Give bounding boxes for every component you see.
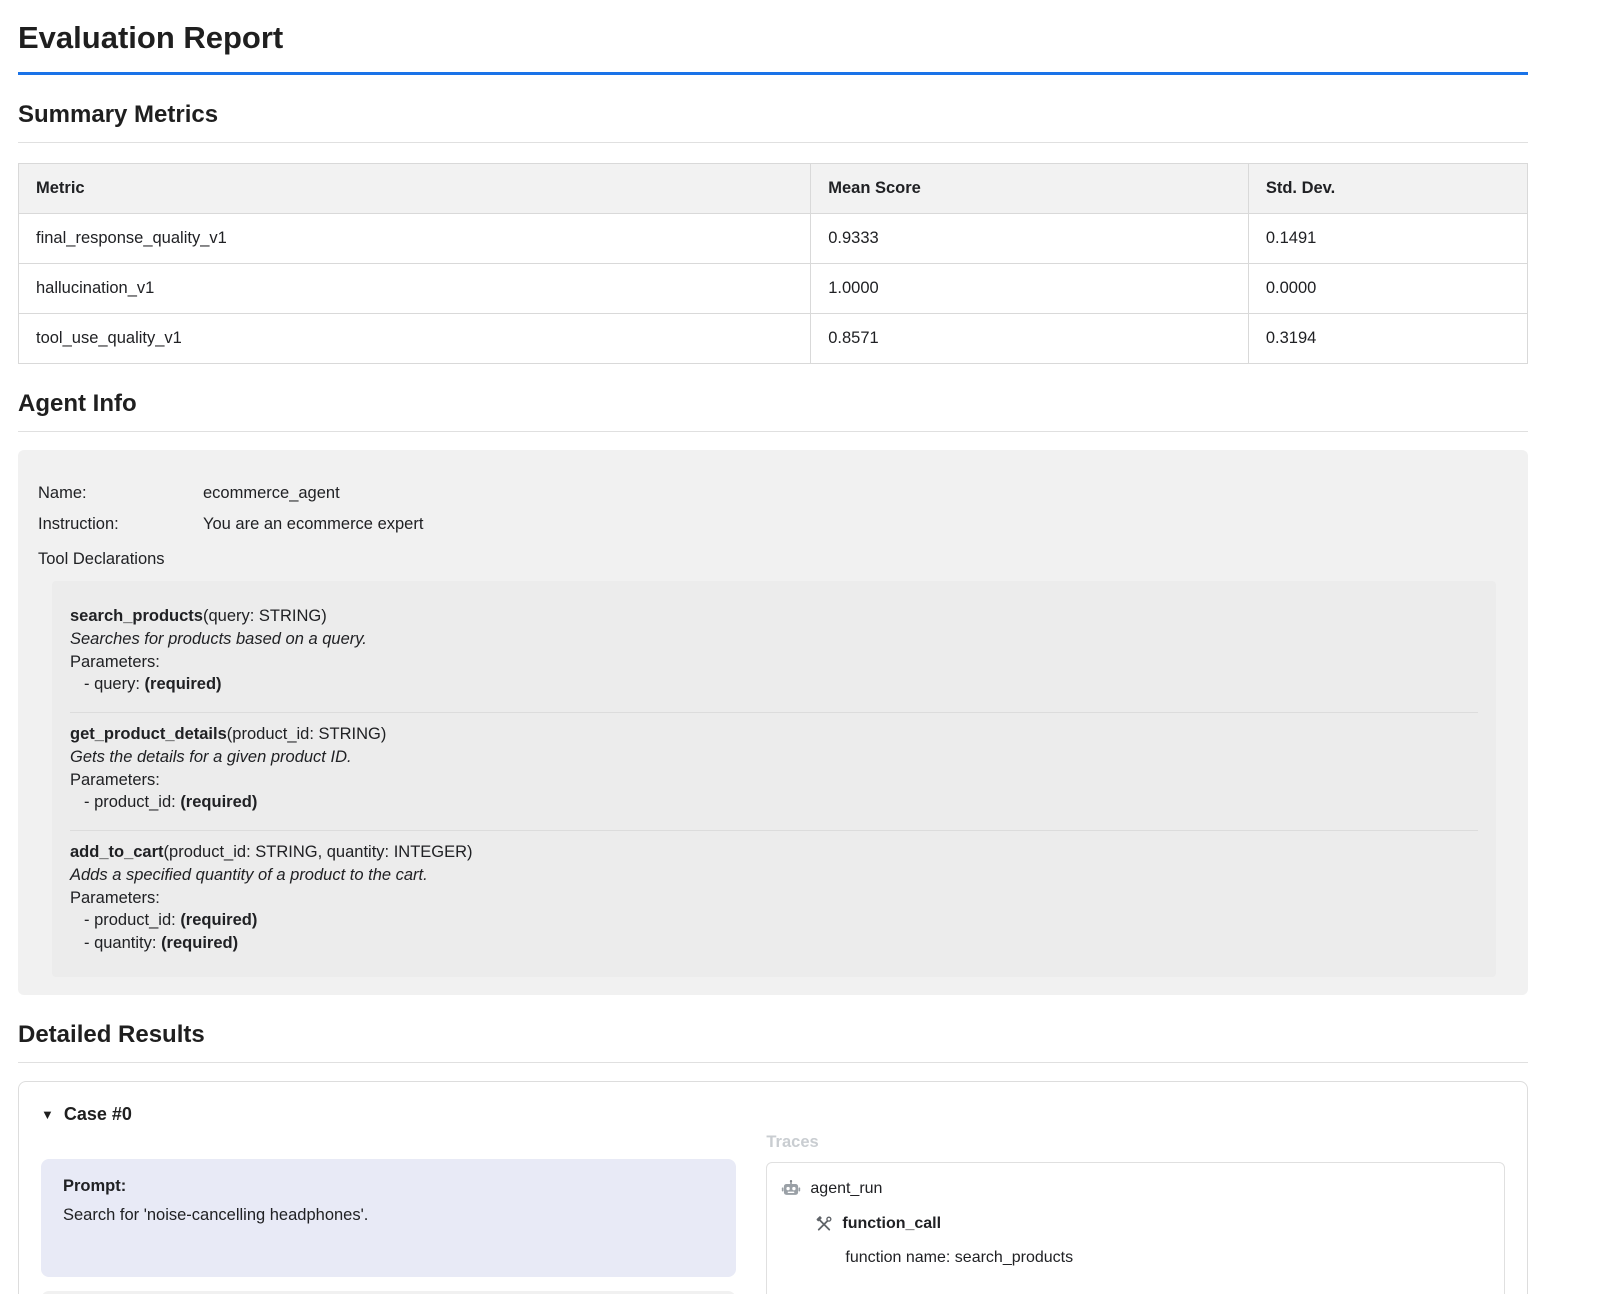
- tool-declaration-get-product-details: get_product_details(product_id: STRING) …: [70, 713, 1478, 831]
- std-dev-cell: 0.3194: [1248, 314, 1527, 364]
- summary-metrics-heading: Summary Metrics: [18, 101, 1528, 143]
- prompt-label: Prompt:: [63, 1177, 714, 1196]
- tool-signature-line: search_products(query: STRING): [70, 605, 1478, 628]
- tool-description: Searches for products based on a query.: [70, 628, 1478, 651]
- parameters-label: Parameters:: [70, 887, 1478, 910]
- metric-name-cell: tool_use_quality_v1: [19, 314, 811, 364]
- mean-score-cell: 1.0000: [811, 264, 1249, 314]
- tool-parameter: - product_id: (required): [70, 909, 1478, 932]
- agent-instruction-row: Instruction:You are an ecommerce expert: [38, 515, 1508, 534]
- tool-declaration-search-products: search_products(query: STRING) Searches …: [70, 595, 1478, 713]
- table-row: final_response_quality_v1 0.9333 0.1491: [19, 214, 1528, 264]
- tool-description: Adds a specified quantity of a product t…: [70, 864, 1478, 887]
- case-left-column: Prompt: Search for 'noise-cancelling hea…: [41, 1131, 736, 1294]
- agent-name-value: ecommerce_agent: [203, 484, 340, 502]
- tool-name: search_products: [70, 607, 203, 625]
- tool-args: (product_id: STRING, quantity: INTEGER): [164, 843, 473, 861]
- evaluation-report-page: Evaluation Report Summary Metrics Metric…: [0, 0, 1612, 1294]
- tool-signature-line: add_to_cart(product_id: STRING, quantity…: [70, 841, 1478, 864]
- tool-description: Gets the details for a given product ID.: [70, 746, 1478, 769]
- table-row: hallucination_v1 1.0000 0.0000: [19, 264, 1528, 314]
- collapse-triangle-icon: ▼: [41, 1108, 54, 1121]
- page-title: Evaluation Report: [18, 12, 1528, 75]
- trace-function-name: function name: search_products: [767, 1241, 1504, 1275]
- std-dev-cell: 0.0000: [1248, 264, 1527, 314]
- case-right-column: Traces: [766, 1131, 1505, 1294]
- case-body: Prompt: Search for 'noise-cancelling hea…: [41, 1131, 1505, 1294]
- hammer-wrench-icon: [815, 1215, 833, 1233]
- parameters-label: Parameters:: [70, 769, 1478, 792]
- robot-icon: [781, 1179, 801, 1199]
- case-card: ▼ Case #0 Prompt: Search for 'noise-canc…: [18, 1081, 1528, 1294]
- detailed-results-heading: Detailed Results: [18, 1021, 1528, 1063]
- std-dev-cell: 0.1491: [1248, 214, 1527, 264]
- table-row: tool_use_quality_v1 0.8571 0.3194: [19, 314, 1528, 364]
- tool-args: (query: STRING): [203, 607, 327, 625]
- tool-parameter: - query: (required): [70, 673, 1478, 696]
- metric-name-cell: hallucination_v1: [19, 264, 811, 314]
- traces-label: Traces: [766, 1133, 1505, 1152]
- tool-declarations-panel: search_products(query: STRING) Searches …: [52, 581, 1496, 977]
- mean-score-cell: 0.9333: [811, 214, 1249, 264]
- tool-parameter: - product_id: (required): [70, 791, 1478, 814]
- metric-name-cell: final_response_quality_v1: [19, 214, 811, 264]
- column-header-std-dev: Std. Dev.: [1248, 164, 1527, 214]
- tool-name: add_to_cart: [70, 843, 164, 861]
- trace-panel: agent_run: [766, 1162, 1505, 1294]
- agent-name-row: Name:ecommerce_agent: [38, 484, 1508, 503]
- trace-event-function-call[interactable]: function_call: [767, 1207, 1504, 1241]
- table-header-row: Metric Mean Score Std. Dev.: [19, 164, 1528, 214]
- tool-declarations-label: Tool Declarations: [38, 550, 1508, 569]
- prompt-box: Prompt: Search for 'noise-cancelling hea…: [41, 1159, 736, 1277]
- tool-args: (product_id: STRING): [227, 725, 387, 743]
- tool-signature-line: get_product_details(product_id: STRING): [70, 723, 1478, 746]
- parameters-label: Parameters:: [70, 651, 1478, 674]
- agent-info-panel: Name:ecommerce_agent Instruction:You are…: [18, 450, 1528, 995]
- tool-name: get_product_details: [70, 725, 227, 743]
- column-header-mean-score: Mean Score: [811, 164, 1249, 214]
- mean-score-cell: 0.8571: [811, 314, 1249, 364]
- trace-event-label: function_call: [842, 1215, 941, 1233]
- agent-instruction-value: You are an ecommerce expert: [203, 515, 423, 533]
- tool-declaration-add-to-cart: add_to_cart(product_id: STRING, quantity…: [70, 831, 1478, 963]
- summary-metrics-table: Metric Mean Score Std. Dev. final_respon…: [18, 163, 1528, 364]
- agent-instruction-label: Instruction:: [38, 515, 203, 534]
- agent-info-heading: Agent Info: [18, 390, 1528, 432]
- tool-parameter: - quantity: (required): [70, 932, 1478, 955]
- case-toggle[interactable]: ▼ Case #0: [41, 1104, 1505, 1125]
- column-header-metric: Metric: [19, 164, 811, 214]
- prompt-text: Search for 'noise-cancelling headphones'…: [63, 1206, 714, 1225]
- trace-event-label: agent_run: [810, 1180, 882, 1198]
- trace-event-agent-run[interactable]: agent_run: [767, 1171, 1504, 1207]
- agent-name-label: Name:: [38, 484, 203, 503]
- case-title: Case #0: [64, 1104, 132, 1125]
